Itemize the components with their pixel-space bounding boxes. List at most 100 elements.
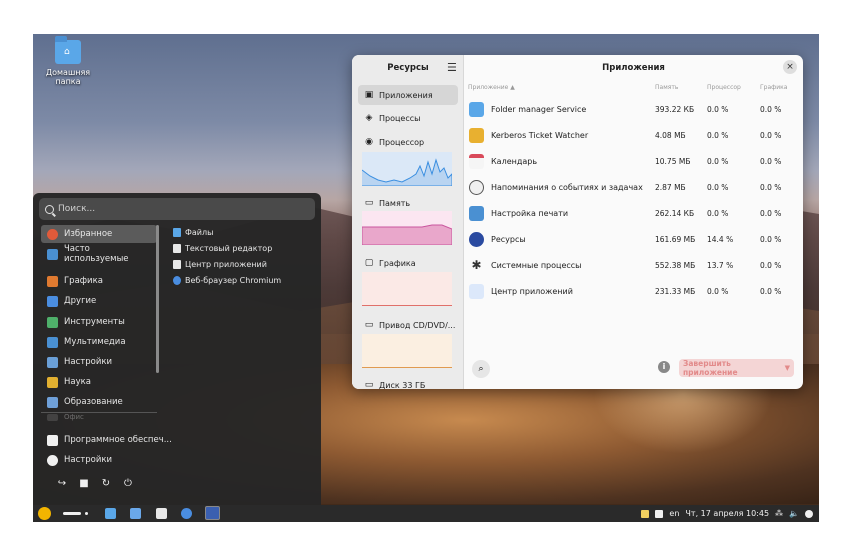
settings-menu-item[interactable]: Настройки [41, 451, 191, 469]
text-editor-taskbar-icon[interactable] [130, 508, 141, 519]
search-button[interactable]: ⌕ [472, 360, 490, 378]
drive-usage-graph [362, 334, 452, 368]
files-icon [173, 227, 181, 237]
close-button[interactable]: × [783, 60, 797, 74]
sidebar-item-memory[interactable]: ▭ Память [358, 193, 458, 213]
app-center-icon [173, 259, 181, 269]
system-tray: en Чт, 17 апреля 10:45 ⁂ 🔈 [641, 505, 813, 522]
cpu-graph-line [361, 158, 453, 187]
info-icon: i [662, 362, 666, 371]
hamburger-menu-icon[interactable]: ☰ [447, 61, 457, 74]
start-menu: Поиск... Избранное Часто используемые Гр… [33, 193, 321, 505]
frequent-icon [47, 248, 58, 260]
menu-search-placeholder: Поиск... [58, 204, 96, 214]
table-row[interactable]: Напоминания о событиях и задачах 2.87 МБ… [464, 175, 803, 201]
menu-divider [41, 412, 157, 413]
category-tools[interactable]: Инструменты [41, 313, 157, 331]
files-taskbar-icon[interactable] [105, 508, 116, 519]
home-folder-icon: ⌂ [55, 36, 81, 64]
category-education[interactable]: Образование [41, 393, 157, 411]
category-label: Избранное [64, 229, 113, 239]
category-label: Образование [64, 397, 123, 407]
graphics-icon [47, 275, 58, 287]
app-label: Текстовый редактор [185, 243, 273, 253]
drive-icon: ▭ [364, 320, 374, 330]
category-label: Графика [64, 276, 103, 286]
sidebar-item-processes[interactable]: ◈ Процессы [358, 108, 458, 128]
table-row[interactable]: ✱ Системные процессы 552.38 МБ 13.7 % 0.… [464, 253, 803, 279]
chromium-taskbar-icon[interactable] [181, 508, 192, 519]
sidebar-item-disk[interactable]: ▭ Диск 33 ГБ [358, 375, 458, 389]
column-header-cpu[interactable]: Процессор [707, 84, 741, 91]
app-label: Файлы [185, 227, 214, 237]
user-tray-icon[interactable] [805, 509, 813, 518]
volume-icon[interactable]: 🔈 [789, 509, 799, 518]
software-menu-item[interactable]: Программное обеспеч... [41, 431, 191, 449]
category-graphics[interactable]: Графика [41, 272, 157, 290]
category-science[interactable]: Наука [41, 373, 157, 391]
gpu-icon: ▢ [364, 258, 374, 268]
tools-icon [47, 316, 58, 328]
page-title: Приложения [602, 63, 665, 73]
restart-icon[interactable]: ↻ [101, 479, 111, 489]
menu-item-label: Программное обеспеч... [64, 435, 172, 445]
cpu-usage-graph [361, 152, 453, 187]
text-editor-icon [173, 243, 181, 253]
category-settings[interactable]: Настройки [41, 353, 157, 371]
settings-gear-icon [47, 454, 58, 466]
app-files[interactable]: Файлы [173, 225, 213, 239]
clock[interactable]: Чт, 17 апреля 10:45 [685, 509, 769, 518]
network-icon[interactable]: ⁂ [775, 509, 783, 518]
sidebar-item-cpu[interactable]: ◉ Процессор [358, 132, 458, 152]
home-folder-label: Домашняя папка [45, 68, 91, 86]
processes-icon: ◈ [365, 113, 373, 123]
category-frequent[interactable]: Часто используемые [41, 244, 157, 264]
table-row[interactable]: Настройка печати 262.14 КБ 0.0 % 0.0 % [464, 201, 803, 227]
software-icon [47, 434, 58, 446]
workspace-indicator-icon[interactable] [85, 512, 88, 515]
printer-icon [469, 206, 484, 221]
home-folder-desktop-icon[interactable]: ⌂ Домашняя папка [45, 36, 91, 86]
show-desktop-icon[interactable] [63, 512, 81, 515]
category-other[interactable]: Другие [41, 292, 157, 310]
clipboard-tray-icon[interactable] [655, 509, 664, 518]
category-label: Наука [64, 377, 91, 387]
sidebar-item-apps[interactable]: ▣ Приложения [358, 85, 458, 105]
table-row[interactable]: Ресурсы 161.69 МБ 14.4 % 0.0 % [464, 227, 803, 253]
column-header-gpu[interactable]: Графика [760, 84, 787, 91]
chevron-down-icon[interactable]: ▼ [785, 364, 790, 372]
memory-usage-graph [361, 211, 453, 246]
power-icon[interactable]: ⏻ [123, 479, 133, 489]
notes-tray-icon[interactable] [641, 509, 650, 518]
app-chromium[interactable]: Веб-браузер Chromium [173, 273, 281, 287]
start-menu-button-icon[interactable] [38, 507, 51, 520]
app-center-taskbar-icon[interactable] [156, 508, 167, 519]
sidebar-item-drive[interactable]: ▭ Привод CD/DVD/... [358, 315, 458, 335]
power-row: ↪ ■ ↻ ⏻ [57, 479, 133, 489]
table-row[interactable]: Календарь 10.75 МБ 0.0 % 0.0 % [464, 149, 803, 175]
column-header-memory[interactable]: Память [655, 84, 678, 91]
app-text-editor[interactable]: Текстовый редактор [173, 241, 272, 255]
heart-icon [47, 228, 58, 240]
lock-icon[interactable]: ■ [79, 479, 89, 489]
info-button[interactable]: i [658, 361, 670, 373]
table-row[interactable]: Folder manager Service 393.22 КБ 0.0 % 0… [464, 97, 803, 123]
table-row[interactable]: Центр приложений 231.33 МБ 0.0 % 0.0 % [464, 279, 803, 305]
logout-icon[interactable]: ↪ [57, 479, 67, 489]
end-application-button[interactable]: Завершить приложение ▼ [679, 359, 794, 377]
category-favorites[interactable]: Избранное [41, 225, 157, 243]
search-icon [45, 204, 54, 214]
multimedia-icon [47, 336, 58, 348]
resources-taskbar-icon[interactable] [205, 506, 220, 520]
keyboard-layout-indicator[interactable]: en [669, 509, 679, 518]
sidebar-item-gpu[interactable]: ▢ Графика [358, 253, 458, 273]
app-label: Центр приложений [185, 259, 267, 269]
category-label: Офис [64, 413, 84, 421]
menu-search-input[interactable]: Поиск... [39, 198, 315, 220]
app-app-center[interactable]: Центр приложений [173, 257, 267, 271]
table-row[interactable]: Kerberos Ticket Watcher 4.08 МБ 0.0 % 0.… [464, 123, 803, 149]
folder-manager-icon [469, 102, 484, 117]
menu-scrollbar[interactable] [156, 225, 159, 373]
column-header-name[interactable]: Приложение ▲ [468, 84, 515, 91]
category-multimedia[interactable]: Мультимедиа [41, 333, 157, 351]
